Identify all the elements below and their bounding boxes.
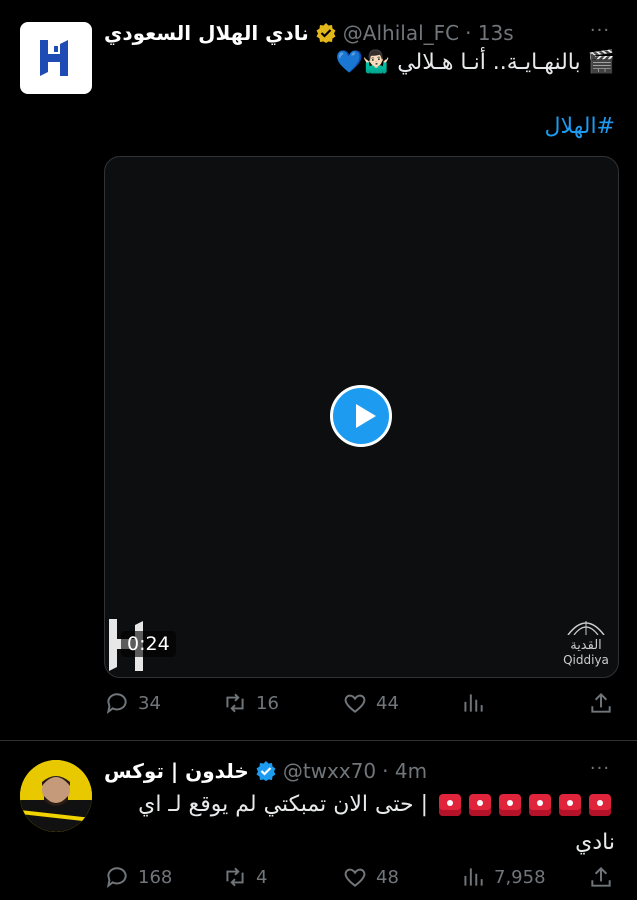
retweet-button-2[interactable]: 4: [222, 864, 267, 890]
alhilal-logo-icon: [40, 40, 68, 76]
analytics-icon: [464, 868, 483, 886]
reply-button-2[interactable]: 168: [104, 864, 172, 890]
retweet-icon: [226, 693, 244, 713]
tweet-actions: 34 16 44: [104, 688, 617, 718]
video-duration: 0:24: [121, 631, 176, 657]
reply-count: 34: [138, 692, 161, 714]
retweet-button[interactable]: 16: [222, 690, 279, 716]
qiddiya-english: Qiddiya: [563, 653, 609, 667]
views-count-2: 7,958: [494, 866, 546, 888]
qiddiya-arabic: القدية: [570, 638, 602, 653]
profile-photo-icon: [20, 760, 92, 832]
like-count-2: 48: [376, 866, 399, 888]
khaldoun-avatar[interactable]: [20, 760, 92, 832]
display-name-2[interactable]: خلدون | توكس: [104, 759, 249, 783]
retweet-count-2: 4: [256, 866, 268, 888]
views-button[interactable]: [460, 690, 486, 716]
tweet-header: نادي الهلال السعودي @Alhilal_FC · 13s: [104, 18, 524, 48]
heart-icon: [344, 868, 366, 887]
tweet2-header: خلدون | توكس @twxx70 · 4m: [104, 756, 524, 786]
timestamp-2[interactable]: · 4m: [382, 759, 427, 783]
verified-blue-icon: [256, 761, 276, 781]
siren-emoji-icon: [589, 794, 611, 816]
tweet-alhilal[interactable]: نادي الهلال السعودي @Alhilal_FC · 13s ··…: [0, 0, 637, 740]
handle[interactable]: @Alhilal_FC: [343, 21, 459, 45]
like-button-2[interactable]: 48: [342, 864, 399, 890]
reply-count-2: 168: [138, 866, 173, 888]
play-button[interactable]: [330, 385, 392, 447]
siren-emojis: [435, 792, 615, 817]
tweet2-actions: 168 4 48 7,958: [104, 862, 617, 892]
reply-button[interactable]: 34: [104, 690, 161, 716]
share-button-2[interactable]: [588, 864, 614, 890]
share-icon: [591, 866, 611, 887]
timestamp[interactable]: · 13s: [465, 21, 514, 45]
more-options-icon-2[interactable]: ···: [585, 758, 615, 779]
like-button[interactable]: 44: [342, 690, 399, 716]
retweet-count: 16: [256, 692, 279, 714]
tweet-text: 🎬 بالنهـايـة.. أنـا هـلالي 🤷🏻‍♂️💙: [335, 50, 615, 75]
share-button[interactable]: [588, 690, 614, 716]
tweet2-text: | حتى الان تمبكتي لم يوقع لـ اي نادي: [115, 786, 615, 862]
siren-emoji-icon: [439, 794, 461, 816]
alhilal-avatar[interactable]: [20, 22, 92, 94]
analytics-icon: [464, 694, 483, 712]
qiddiya-arch-icon: [567, 621, 605, 636]
views-button-2[interactable]: 7,958: [460, 864, 546, 890]
display-name[interactable]: نادي الهلال السعودي: [104, 21, 309, 45]
reply-icon: [106, 867, 127, 888]
siren-emoji-icon: [529, 794, 551, 816]
share-icon: [591, 692, 611, 713]
video-player[interactable]: 0:24 القدية Qiddiya: [104, 156, 619, 678]
qiddiya-logo: القدية Qiddiya: [558, 617, 614, 667]
siren-emoji-icon: [469, 794, 491, 816]
handle-2[interactable]: @twxx70: [283, 759, 376, 783]
verified-gold-icon: [316, 23, 336, 43]
siren-emoji-icon: [499, 794, 521, 816]
retweet-icon: [226, 867, 244, 887]
hashtag-link[interactable]: #الهلال: [544, 114, 615, 139]
reply-icon: [106, 693, 127, 714]
heart-icon: [344, 694, 366, 713]
siren-emoji-icon: [559, 794, 581, 816]
like-count: 44: [376, 692, 399, 714]
more-options-icon[interactable]: ···: [585, 20, 615, 41]
